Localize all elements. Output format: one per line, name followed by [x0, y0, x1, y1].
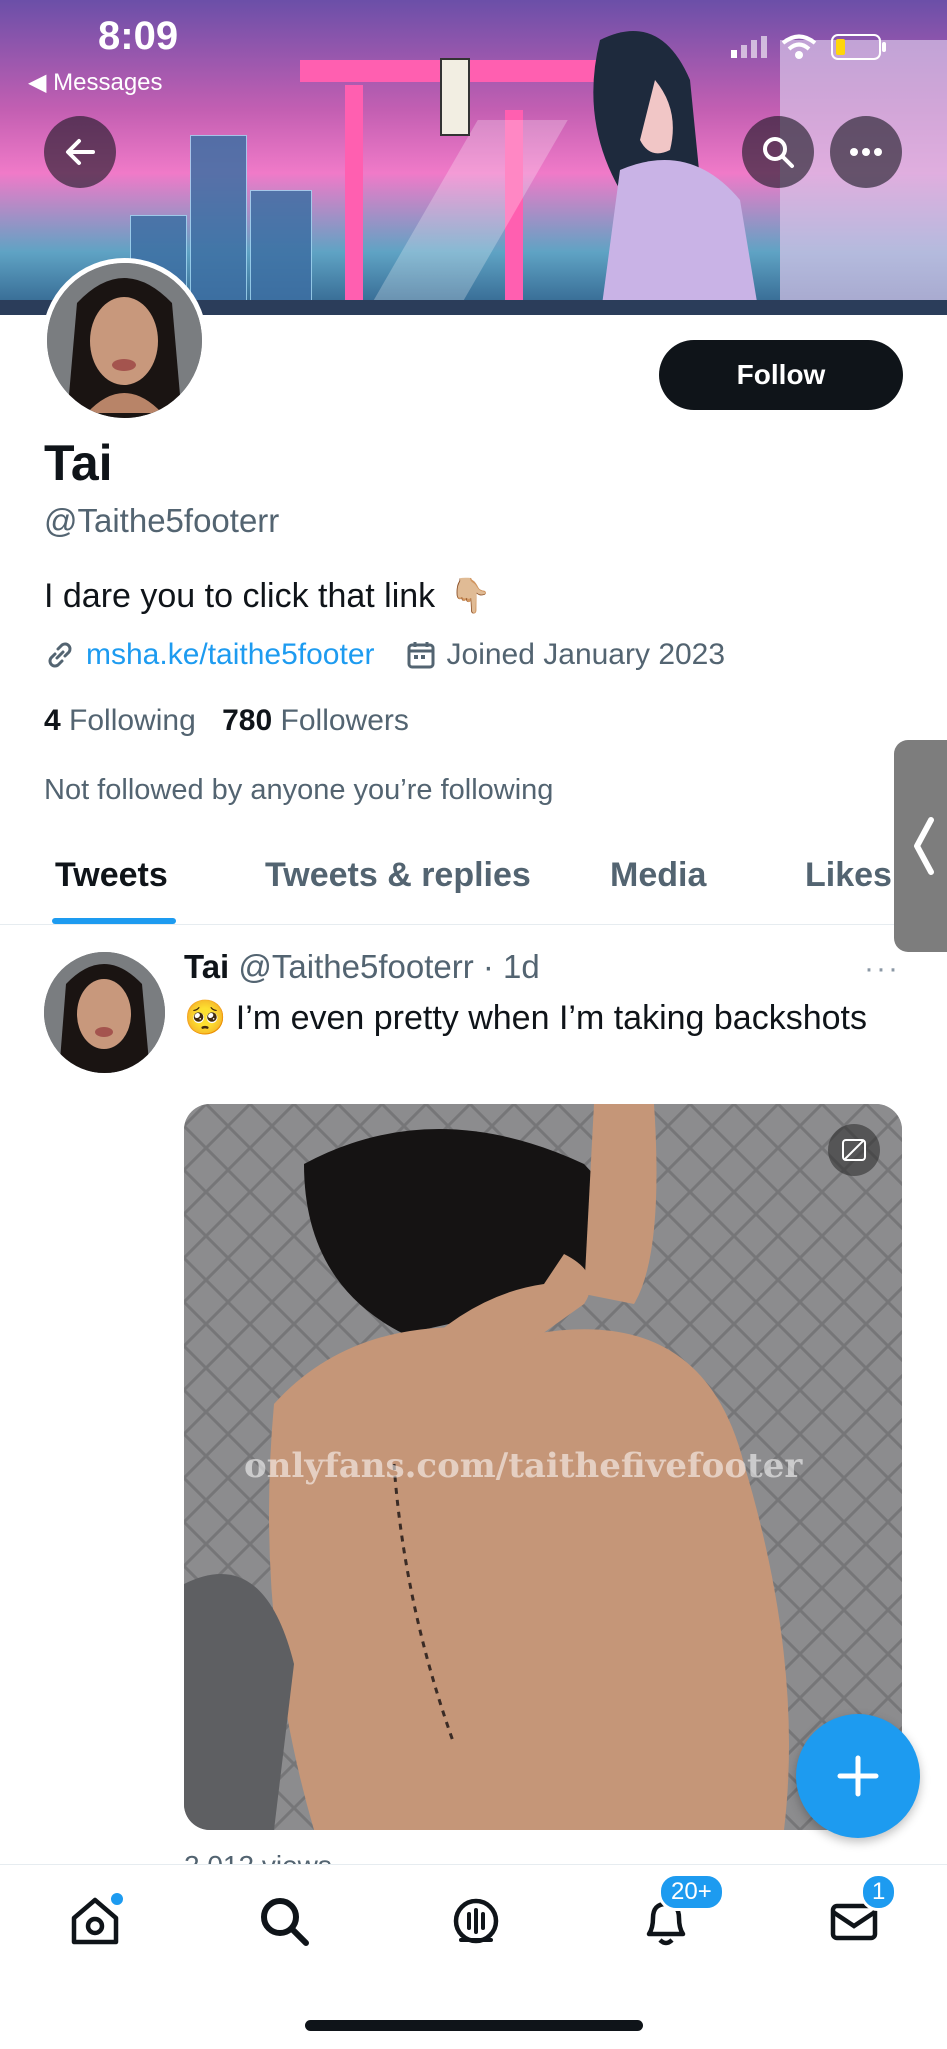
tab-likes[interactable]: Likes [805, 856, 892, 895]
search-icon [763, 137, 794, 168]
wifi-icon [781, 34, 817, 59]
messages-badge: 1 [860, 1873, 898, 1911]
active-tab-indicator [52, 918, 176, 924]
chevron-left-icon [914, 817, 934, 875]
profile-handle: @Taithe5footerr [44, 502, 280, 539]
nav-messages[interactable]: 1 [824, 1873, 898, 1951]
compose-tweet-button[interactable] [796, 1714, 920, 1838]
banner-building [190, 135, 247, 315]
followers-count: 780 [222, 704, 273, 737]
search-profile-button[interactable] [742, 116, 814, 188]
nav-home[interactable] [65, 1891, 125, 1951]
banner-sign [440, 58, 470, 136]
profile-avatar[interactable] [42, 258, 207, 423]
not-followed-notice: Not followed by anyone you’re following [44, 774, 554, 806]
spaces-icon [453, 1898, 499, 1944]
tweet-media[interactable]: onlyfans.com/taithefivefooter [184, 1104, 902, 1830]
followers-label: Followers [280, 704, 409, 737]
ellipsis-icon [850, 148, 882, 156]
search-icon [261, 1898, 309, 1946]
profile-joined-date: Joined January 2023 [446, 638, 726, 671]
follow-button[interactable]: Follow [659, 340, 903, 410]
profile-counts: 4 Following 780 Followers [44, 704, 409, 738]
profile-meta: msha.ke/taithe5footer Joined January 202… [44, 638, 725, 672]
banner-light-beam [362, 120, 568, 315]
bio-text: I dare you to click that link [44, 576, 436, 615]
nav-spaces[interactable] [446, 1891, 506, 1951]
battery-icon [831, 34, 886, 60]
back-to-messages-link[interactable]: ◀ Messages [28, 68, 163, 97]
avatar-photo [47, 263, 202, 418]
followers-link[interactable]: 780 Followers [222, 704, 409, 737]
following-label: Following [69, 704, 196, 737]
tweet-text: 🥺 I’m even pretty when I’m taking backsh… [184, 995, 884, 1041]
profile-website-link[interactable]: msha.ke/taithe5footer [86, 638, 375, 672]
sensitive-media-icon [842, 1139, 866, 1161]
back-button[interactable] [44, 116, 116, 188]
status-icons [731, 34, 887, 60]
tab-tweets-replies[interactable]: Tweets & replies [265, 856, 531, 895]
notifications-badge: 20+ [658, 1873, 725, 1911]
nav-search[interactable] [254, 1891, 314, 1951]
home-unread-dot [109, 1891, 125, 1907]
status-time: 8:09 [98, 14, 179, 58]
content-warning-icon[interactable] [828, 1124, 880, 1176]
tweet-emoji: 🥺 [184, 999, 227, 1037]
tab-media[interactable]: Media [610, 856, 706, 895]
home-indicator [305, 2020, 643, 2031]
tweet-body: I’m even pretty when I’m taking backshot… [235, 999, 867, 1037]
banner-building [250, 190, 312, 315]
tweet-more-button[interactable]: ··· [864, 952, 900, 986]
calendar-icon [407, 642, 435, 669]
banner-gate-pillar [345, 85, 363, 315]
tweet-avatar[interactable] [44, 952, 165, 1073]
following-count: 4 [44, 704, 61, 737]
bio-emoji: 👇🏼 [449, 577, 492, 615]
nav-notifications[interactable]: 20+ [636, 1873, 725, 1951]
tweet-handle-time: @Taithe5footerr · 1d [238, 948, 540, 985]
side-panel-handle[interactable] [894, 740, 947, 952]
tweet-header: Tai @Taithe5footerr · 1d [184, 948, 540, 986]
profile-bio: I dare you to click that link 👇🏼 [44, 576, 492, 616]
profile-name: Tai [44, 435, 113, 491]
avatar-photo [44, 952, 165, 1073]
more-options-button[interactable] [830, 116, 902, 188]
link-icon [48, 642, 72, 668]
following-link[interactable]: 4 Following [44, 704, 196, 737]
signal-icon [731, 36, 767, 58]
media-watermark: onlyfans.com/taithefivefooter [244, 1446, 803, 1486]
tweet-author-name[interactable]: Tai [184, 948, 229, 985]
plus-icon [837, 1755, 879, 1797]
tab-tweets[interactable]: Tweets [55, 856, 168, 895]
arrow-left-icon [66, 139, 95, 165]
profile-tabs: Tweets Tweets & replies Media Likes [0, 842, 947, 925]
